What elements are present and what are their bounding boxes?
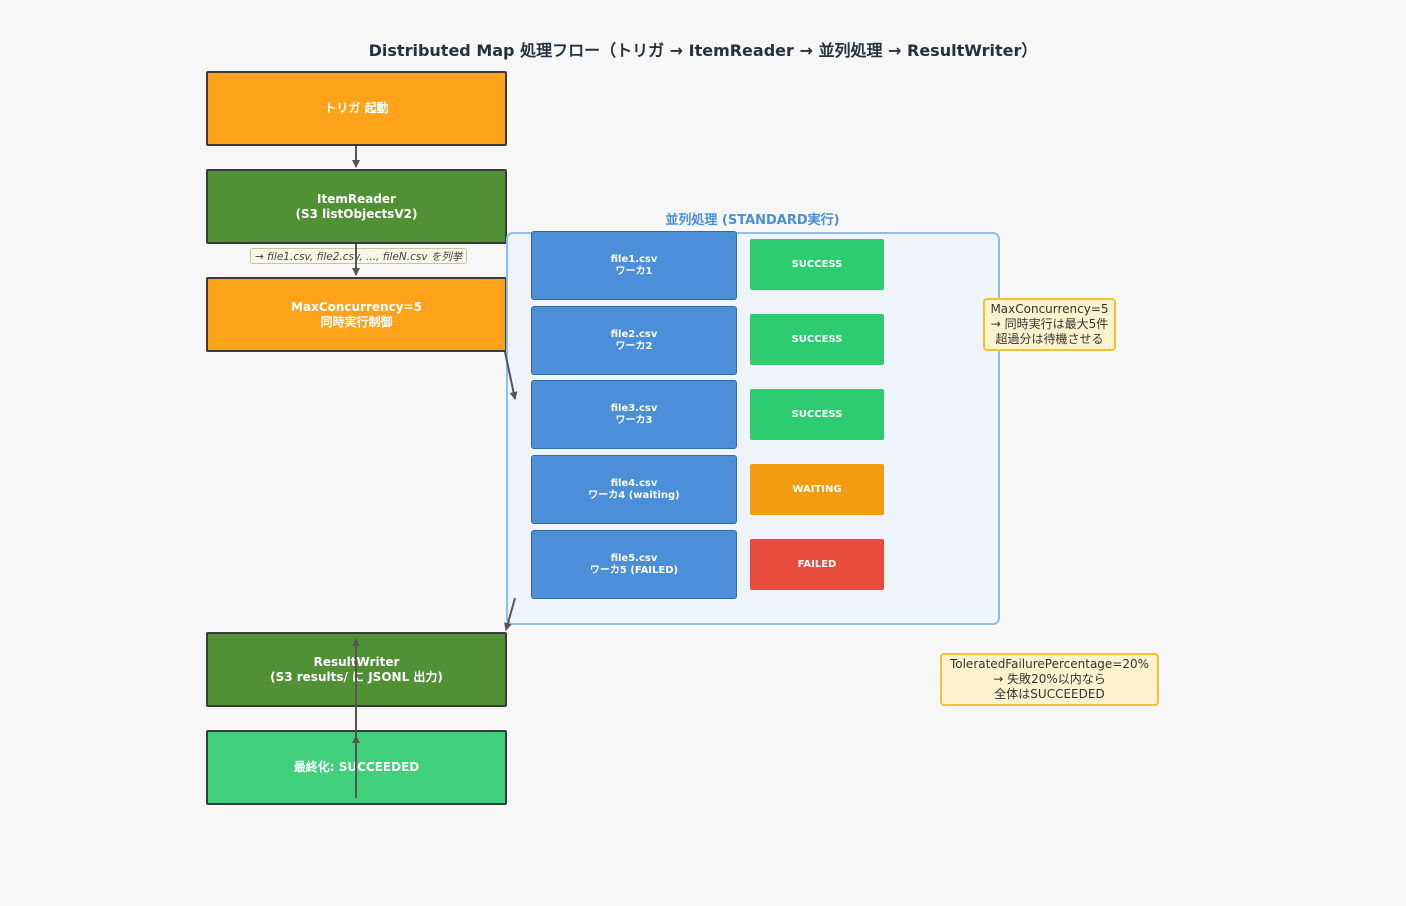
flow-arrows (352, 146, 518, 798)
arrow-panel-to-writer (504, 597, 516, 631)
arrow-concurrency-to-panel (504, 351, 518, 400)
